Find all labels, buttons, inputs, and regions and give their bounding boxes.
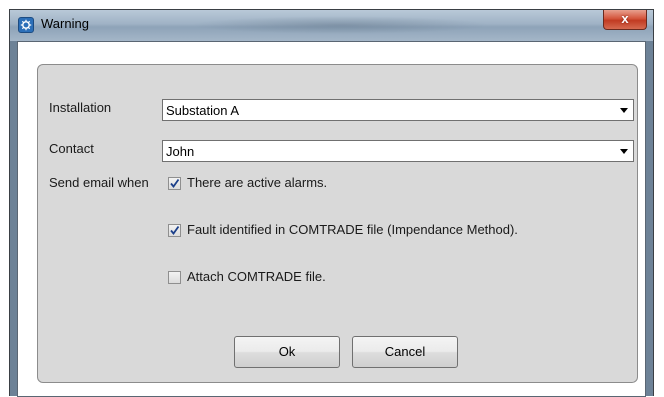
- active-alarms-checkbox[interactable]: [168, 177, 181, 190]
- installation-value: Substation A: [166, 103, 239, 118]
- form-panel: Installation Substation A Contact John S…: [37, 64, 638, 383]
- attach-comtrade-checkbox-row[interactable]: Attach COMTRADE file.: [168, 269, 468, 286]
- checkmark-icon: [170, 225, 180, 235]
- ok-button[interactable]: Ok: [234, 336, 340, 368]
- fault-identified-checkbox-row[interactable]: Fault identified in COMTRADE file (Impen…: [168, 222, 608, 239]
- close-button[interactable]: x: [603, 10, 647, 30]
- warning-dialog: Warning x Installation Substation A Cont…: [9, 9, 654, 397]
- cancel-button[interactable]: Cancel: [352, 336, 458, 368]
- installation-dropdown[interactable]: Substation A: [162, 99, 634, 121]
- contact-dropdown[interactable]: John: [162, 140, 634, 162]
- checkmark-icon: [170, 178, 180, 188]
- chevron-down-icon: [620, 149, 628, 154]
- dialog-content: Installation Substation A Contact John S…: [17, 41, 646, 397]
- close-icon: x: [621, 11, 629, 26]
- contact-label: Contact: [49, 141, 94, 156]
- attach-comtrade-label: Attach COMTRADE file.: [187, 269, 326, 284]
- title-bar[interactable]: Warning x: [10, 10, 653, 41]
- active-alarms-label: There are active alarms.: [187, 175, 328, 190]
- chevron-down-icon: [620, 108, 628, 113]
- fault-identified-checkbox[interactable]: [168, 224, 181, 237]
- installation-label: Installation: [49, 100, 112, 115]
- contact-value: John: [166, 144, 195, 159]
- app-logo-icon: [18, 17, 34, 33]
- attach-comtrade-checkbox[interactable]: [168, 271, 181, 284]
- window-title: Warning: [41, 16, 89, 31]
- fault-identified-label: Fault identified in COMTRADE file (Impen…: [187, 222, 518, 237]
- active-alarms-checkbox-row[interactable]: There are active alarms.: [168, 175, 568, 192]
- send-email-label: Send email when: [49, 175, 149, 190]
